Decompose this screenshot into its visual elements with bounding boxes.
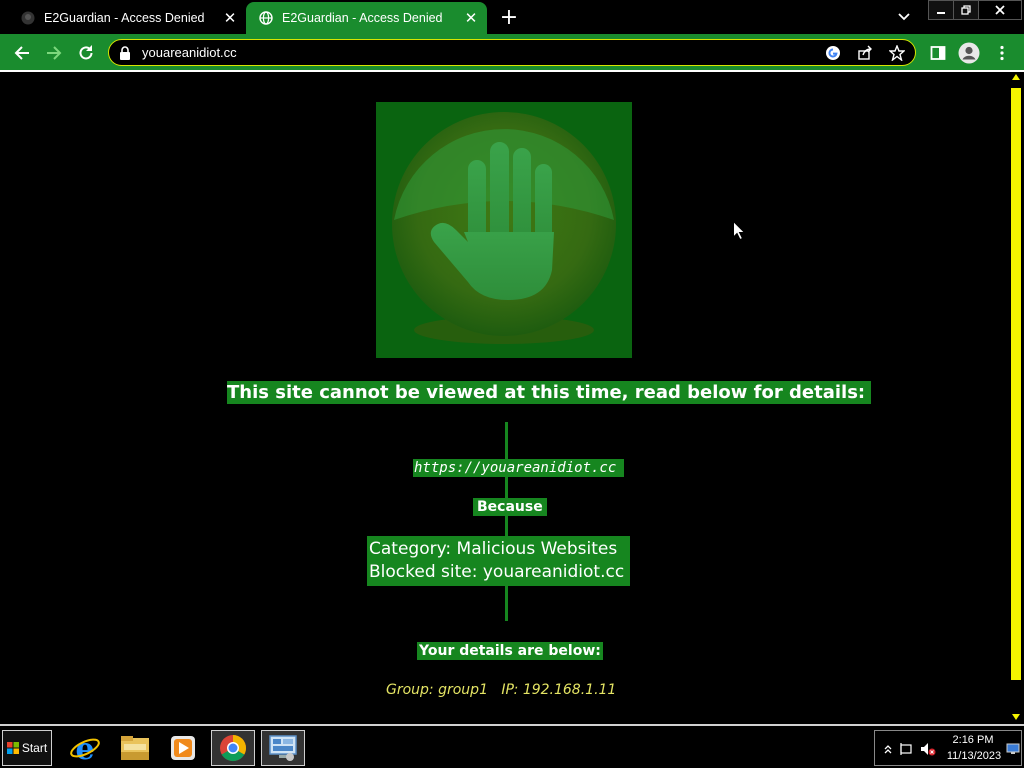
tab-strip: E2Guardian - Access Denied ✕ E2Guardian … xyxy=(0,0,1024,34)
tab-title: E2Guardian - Access Denied xyxy=(44,11,205,25)
system-tray: 2:16 PM 11/13/2023 xyxy=(874,730,1022,766)
address-text[interactable]: youareanidiot.cc xyxy=(142,45,237,60)
tab-close-icon[interactable]: ✕ xyxy=(461,8,481,28)
scroll-down-icon[interactable] xyxy=(1012,714,1020,720)
share-icon[interactable] xyxy=(855,43,875,63)
because-label: Because xyxy=(473,498,547,516)
restore-button[interactable] xyxy=(953,0,979,20)
forward-button[interactable] xyxy=(43,42,65,64)
profile-avatar-icon[interactable] xyxy=(958,42,980,64)
volume-muted-icon[interactable] xyxy=(920,741,936,757)
bookmark-star-icon[interactable] xyxy=(887,43,907,63)
block-reason: Category: Malicious Websites Blocked sit… xyxy=(367,536,631,586)
close-window-button[interactable] xyxy=(978,0,1022,20)
details-heading: Your details are below: xyxy=(417,642,603,660)
scroll-up-icon[interactable] xyxy=(1012,74,1020,80)
google-icon[interactable] xyxy=(823,43,843,63)
blocked-site-line: Blocked site: youareanidiot.cc xyxy=(369,562,625,582)
tab-title: E2Guardian - Access Denied xyxy=(282,11,443,25)
action-center-flag-icon[interactable] xyxy=(898,741,914,757)
taskbar: Start e 2:16 PM 11/13/2023 xyxy=(0,724,1024,768)
reload-button[interactable] xyxy=(75,42,97,64)
divider-line xyxy=(505,422,508,621)
browser-toolbar: youareanidiot.cc xyxy=(0,34,1024,72)
internet-explorer-icon[interactable]: e xyxy=(63,730,107,766)
address-bar[interactable]: youareanidiot.cc xyxy=(108,39,916,66)
windows-logo-icon xyxy=(6,742,19,754)
tab-inactive[interactable]: E2Guardian - Access Denied ✕ xyxy=(8,2,246,34)
clock-time[interactable]: 2:16 PM xyxy=(943,734,1003,746)
new-tab-button[interactable]: + xyxy=(498,5,520,30)
block-headline: This site cannot be viewed at this time,… xyxy=(227,381,872,404)
start-label: Start xyxy=(21,741,48,755)
blocked-url: https://youareanidiot.cc xyxy=(413,459,625,477)
clock-date[interactable]: 11/13/2023 xyxy=(939,750,1009,762)
github-icon xyxy=(20,10,36,26)
file-explorer-icon[interactable] xyxy=(113,730,157,766)
back-button[interactable] xyxy=(11,42,33,64)
start-button[interactable]: Start xyxy=(2,730,52,766)
tab-active[interactable]: E2Guardian - Access Denied ✕ xyxy=(246,2,487,34)
stop-hand-image xyxy=(376,102,632,358)
scroll-thumb[interactable] xyxy=(1011,88,1021,680)
scrollbar[interactable] xyxy=(1008,72,1024,724)
user-details: Group: group1 IP: 192.168.1.11 xyxy=(386,682,617,698)
tab-close-icon[interactable]: ✕ xyxy=(220,8,240,28)
category-line: Category: Malicious Websites xyxy=(369,539,618,559)
minimize-button[interactable] xyxy=(928,0,954,20)
control-panel-icon[interactable] xyxy=(261,730,305,766)
globe-icon xyxy=(258,10,274,26)
mouse-pointer-icon xyxy=(733,220,746,244)
lock-icon[interactable] xyxy=(119,45,131,64)
chevron-down-icon[interactable] xyxy=(894,8,914,26)
menu-kebab-icon[interactable] xyxy=(991,42,1013,64)
show-desktop-icon[interactable] xyxy=(1005,741,1021,757)
media-player-icon[interactable] xyxy=(161,730,205,766)
page-content: This site cannot be viewed at this time,… xyxy=(0,72,1008,724)
svg-text:e: e xyxy=(75,732,94,764)
side-panel-icon[interactable] xyxy=(927,42,949,64)
chevron-up-icon[interactable] xyxy=(880,741,896,757)
chrome-icon[interactable] xyxy=(211,730,255,766)
